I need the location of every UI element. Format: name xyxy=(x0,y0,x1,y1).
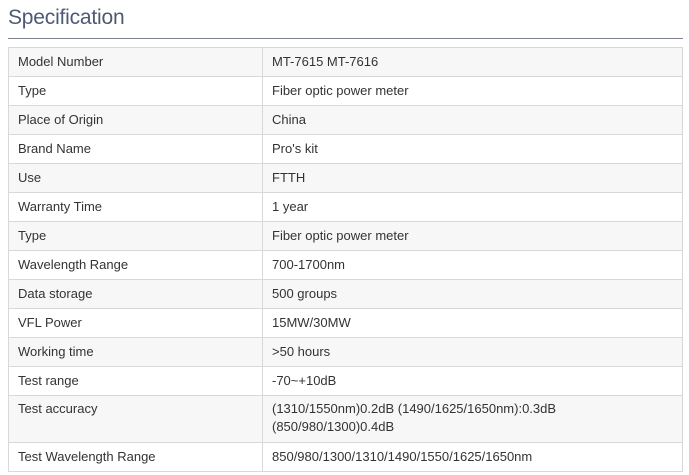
table-row: Test Wavelength Range 850/980/1300/1310/… xyxy=(8,442,683,472)
spec-value-line: (850/980/1300)0.4dB xyxy=(272,419,395,434)
page-title: Specification xyxy=(8,6,125,29)
spec-key: Wavelength Range xyxy=(8,250,263,280)
spec-value: 1 year xyxy=(262,192,683,222)
table-row: Working time >50 hours xyxy=(8,337,683,367)
table-row: Model Number MT-7615 MT-7616 xyxy=(8,47,683,77)
table-row: Place of Origin China xyxy=(8,105,683,135)
spec-key: VFL Power xyxy=(8,308,263,338)
spec-key: Place of Origin xyxy=(8,105,263,135)
spec-key: Data storage xyxy=(8,279,263,309)
table-row: Wavelength Range 700-1700nm xyxy=(8,250,683,280)
table-row: Warranty Time 1 year xyxy=(8,192,683,222)
table-row: Type Fiber optic power meter xyxy=(8,221,683,251)
spec-key: Warranty Time xyxy=(8,192,263,222)
spec-value: MT-7615 MT-7616 xyxy=(262,47,683,77)
specification-table: Model Number MT-7615 MT-7616 Type Fiber … xyxy=(8,47,683,472)
spec-key: Test Wavelength Range xyxy=(8,442,263,472)
table-row: Test accuracy (1310/1550nm)0.2dB (1490/1… xyxy=(8,395,683,443)
table-row: Test range -70~+10dB xyxy=(8,366,683,396)
spec-key: Working time xyxy=(8,337,263,367)
table-row: VFL Power 15MW/30MW xyxy=(8,308,683,338)
spec-key: Type xyxy=(8,221,263,251)
spec-value: Fiber optic power meter xyxy=(262,76,683,106)
table-row: Brand Name Pro's kit xyxy=(8,134,683,164)
spec-value: 15MW/30MW xyxy=(262,308,683,338)
spec-value: China xyxy=(262,105,683,135)
spec-value: 500 groups xyxy=(262,279,683,309)
spec-key: Type xyxy=(8,76,263,106)
spec-value: -70~+10dB xyxy=(262,366,683,396)
spec-value: FTTH xyxy=(262,163,683,193)
table-row: Data storage 500 groups xyxy=(8,279,683,309)
spec-value: 850/980/1300/1310/1490/1550/1625/1650nm xyxy=(262,442,683,472)
spec-value: >50 hours xyxy=(262,337,683,367)
spec-key: Test accuracy xyxy=(8,395,263,443)
title-divider xyxy=(8,38,683,39)
spec-value: Pro's kit xyxy=(262,134,683,164)
spec-value: 700-1700nm xyxy=(262,250,683,280)
table-row: Type Fiber optic power meter xyxy=(8,76,683,106)
spec-key: Brand Name xyxy=(8,134,263,164)
spec-value: Fiber optic power meter xyxy=(262,221,683,251)
table-row: Use FTTH xyxy=(8,163,683,193)
spec-key: Use xyxy=(8,163,263,193)
spec-value-line: (1310/1550nm)0.2dB (1490/1625/1650nm):0.… xyxy=(272,401,557,416)
spec-key: Test range xyxy=(8,366,263,396)
spec-key: Model Number xyxy=(8,47,263,77)
spec-value: (1310/1550nm)0.2dB (1490/1625/1650nm):0.… xyxy=(262,395,683,443)
